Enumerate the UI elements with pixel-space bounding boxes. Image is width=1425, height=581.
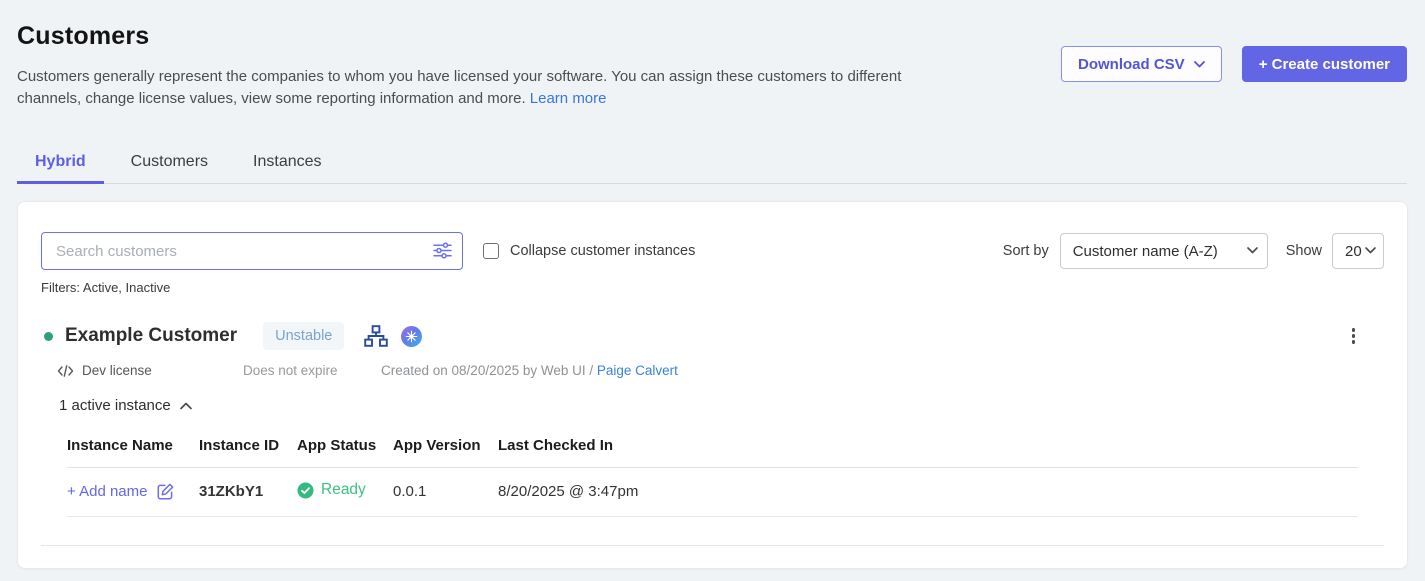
chevron-down-icon	[1365, 247, 1376, 254]
chevron-down-icon	[1194, 61, 1205, 68]
kubernetes-icon	[401, 326, 422, 347]
app-status: Ready	[297, 481, 366, 499]
instance-id: 31ZKbY1	[199, 483, 263, 500]
download-csv-button[interactable]: Download CSV	[1061, 46, 1222, 82]
sort-by-label: Sort by	[1003, 243, 1049, 259]
tab-customers[interactable]: Customers	[113, 143, 226, 184]
code-icon	[57, 364, 74, 378]
app-status-label: Ready	[321, 481, 366, 499]
check-circle-icon	[297, 482, 314, 499]
page-header: Customers Customers generally represent …	[0, 0, 1425, 110]
view-tabs: Hybrid Customers Instances	[17, 143, 1407, 184]
toolbar-right: Sort by Customer name (A-Z) Show 20	[1003, 233, 1384, 269]
col-app-status: App Status	[297, 431, 393, 468]
add-name-label: + Add name	[67, 483, 147, 500]
org-chart-icon	[364, 325, 388, 348]
show-select-value: 20	[1345, 243, 1362, 260]
learn-more-link[interactable]: Learn more	[530, 90, 607, 107]
created-text: Created on 08/20/2025 by Web UI /	[381, 363, 597, 378]
last-checked-in: 8/20/2025 @ 3:47pm	[498, 483, 638, 500]
tab-hybrid[interactable]: Hybrid	[17, 143, 104, 184]
license-expiry: Does not expire	[243, 363, 381, 378]
license-row: Dev license Does not expire Created on 0…	[41, 363, 1384, 378]
create-customer-label: + Create customer	[1259, 56, 1390, 73]
created-info: Created on 08/20/2025 by Web UI / Paige …	[381, 363, 678, 378]
description-line1: Customers generally represent the compan…	[17, 68, 901, 85]
edit-icon	[156, 482, 175, 501]
col-instance-name: Instance Name	[67, 431, 199, 468]
customer-menu-kebab-icon[interactable]	[1348, 324, 1360, 348]
customers-card: Collapse customer instances Sort by Cust…	[17, 201, 1408, 569]
app-version: 0.0.1	[393, 483, 426, 500]
sort-select-value: Customer name (A-Z)	[1073, 243, 1218, 260]
collapse-instances-control: Collapse customer instances	[483, 243, 695, 259]
instances-summary: 1 active instance	[59, 397, 171, 414]
collapse-instances-checkbox[interactable]	[483, 243, 499, 259]
customer-block-divider	[41, 545, 1384, 546]
tab-instances[interactable]: Instances	[235, 143, 339, 184]
header-actions: Download CSV + Create customer	[1061, 46, 1407, 82]
col-last-checked-in: Last Checked In	[498, 431, 1358, 468]
add-instance-name-link[interactable]: + Add name	[67, 482, 175, 501]
instance-row: + Add name 31ZKbY1	[67, 468, 1358, 517]
active-filters-text: Filters: Active, Inactive	[41, 280, 1384, 295]
description-line2: channels, change license values, view so…	[17, 90, 526, 107]
filter-sliders-icon[interactable]	[433, 242, 452, 259]
search-wrap	[41, 232, 463, 270]
show-select[interactable]: 20	[1332, 233, 1384, 269]
toolbar: Collapse customer instances Sort by Cust…	[41, 232, 1384, 270]
instances-table: Instance Name Instance ID App Status App…	[67, 431, 1358, 517]
created-by-link[interactable]: Paige Calvert	[597, 363, 678, 378]
license-type: Dev license	[57, 363, 243, 378]
search-input[interactable]	[41, 232, 463, 270]
active-status-dot-icon	[44, 332, 53, 341]
channel-badge: Unstable	[263, 322, 344, 350]
create-customer-button[interactable]: + Create customer	[1242, 46, 1407, 82]
col-app-version: App Version	[393, 431, 498, 468]
customer-row-header: Example Customer Unstable	[41, 322, 1384, 350]
sort-select[interactable]: Customer name (A-Z)	[1060, 233, 1268, 269]
license-type-label: Dev license	[82, 363, 152, 378]
customer-name[interactable]: Example Customer	[65, 325, 237, 347]
chevron-down-icon	[1247, 247, 1258, 254]
instances-toggle[interactable]: 1 active instance	[59, 397, 192, 414]
page-description: Customers generally represent the compan…	[17, 66, 982, 110]
instances-table-header-row: Instance Name Instance ID App Status App…	[67, 431, 1358, 468]
show-label: Show	[1286, 243, 1322, 259]
chevron-up-icon	[180, 402, 192, 410]
collapse-instances-label: Collapse customer instances	[510, 243, 695, 259]
col-instance-id: Instance ID	[199, 431, 297, 468]
install-type-icons	[364, 325, 422, 348]
download-csv-label: Download CSV	[1078, 56, 1185, 73]
show-group: Show 20	[1286, 233, 1384, 269]
